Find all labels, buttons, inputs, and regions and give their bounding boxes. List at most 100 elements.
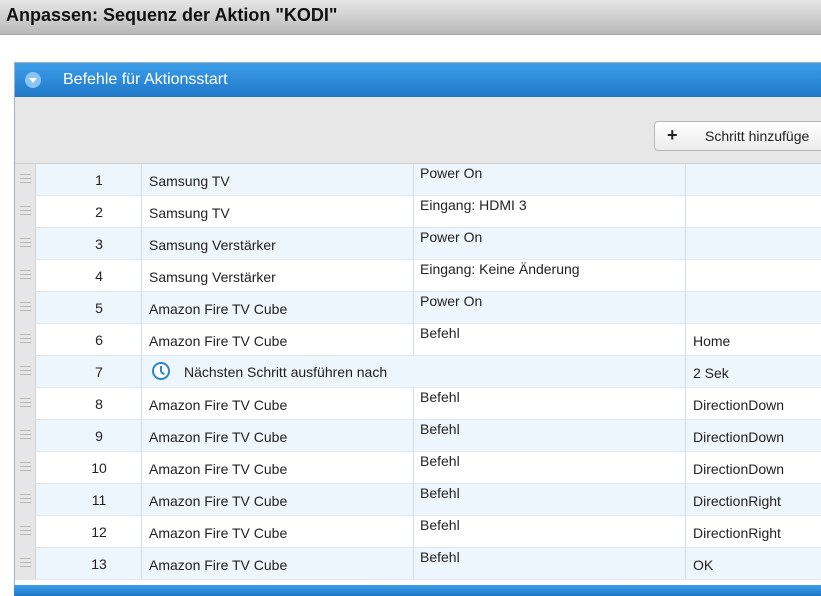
command-text: Power On [420, 165, 483, 181]
value-cell[interactable]: DirectionDown [685, 452, 821, 483]
device-name: Amazon Fire TV Cube [149, 301, 288, 317]
drag-handle-icon[interactable] [15, 324, 36, 355]
command-cell[interactable]: Power On [413, 292, 685, 323]
table-row[interactable]: 7 Nächsten Schritt ausführen nach 2 Sek [15, 356, 821, 388]
command-text: Befehl [420, 325, 460, 341]
step-number: 11 [91, 492, 107, 508]
device-cell: Amazon Fire TV Cube [141, 484, 413, 515]
step-number: 1 [95, 172, 103, 188]
step-number: 9 [95, 428, 103, 444]
step-number: 3 [95, 236, 103, 252]
device-name: Amazon Fire TV Cube [149, 557, 288, 573]
table-row[interactable]: 10 Amazon Fire TV Cube Befehl DirectionDown [15, 452, 821, 484]
value-cell[interactable] [685, 260, 821, 291]
command-cell[interactable]: Eingang: HDMI 3 [413, 196, 685, 227]
command-text: Power On [420, 293, 483, 309]
drag-handle-icon[interactable] [15, 388, 36, 419]
wait-step-cell: Nächsten Schritt ausführen nach [141, 356, 686, 387]
command-text: Befehl [420, 517, 460, 533]
step-number: 8 [95, 396, 103, 412]
device-name: Amazon Fire TV Cube [149, 525, 288, 541]
table-row[interactable]: 1 Samsung TV Power On [15, 164, 821, 196]
device-cell: Samsung Verstärker [141, 260, 413, 291]
table-row[interactable]: 6 Amazon Fire TV Cube Befehl Home [15, 324, 821, 356]
device-cell: Amazon Fire TV Cube [141, 548, 413, 579]
device-name: Amazon Fire TV Cube [149, 461, 288, 477]
value-text: DirectionRight [693, 525, 781, 541]
panel-header[interactable]: Befehle für Aktionsstart [15, 63, 821, 97]
command-cell[interactable]: Befehl [413, 484, 685, 515]
step-number: 4 [95, 268, 103, 284]
value-cell[interactable] [685, 228, 821, 259]
drag-handle-icon[interactable] [15, 356, 36, 387]
value-cell[interactable]: DirectionDown [685, 388, 821, 419]
value-cell[interactable]: DirectionRight [685, 484, 821, 515]
device-name: Samsung TV [149, 205, 230, 221]
value-cell[interactable]: 2 Sek [685, 356, 821, 387]
panel-title: Befehle für Aktionsstart [63, 71, 228, 88]
command-text: Befehl [420, 549, 460, 565]
value-cell[interactable] [685, 196, 821, 227]
drag-handle-icon[interactable] [15, 260, 36, 291]
value-cell[interactable]: DirectionRight [685, 516, 821, 547]
value-text: DirectionDown [693, 461, 785, 477]
device-cell: Amazon Fire TV Cube [141, 324, 413, 355]
value-cell[interactable] [685, 292, 821, 323]
device-cell: Samsung TV [141, 164, 413, 195]
command-cell[interactable]: Eingang: Keine Änderung [413, 260, 685, 291]
step-number: 10 [91, 460, 107, 476]
next-panel-header[interactable] [14, 585, 821, 596]
table-row[interactable]: 2 Samsung TV Eingang: HDMI 3 [15, 196, 821, 228]
table-row[interactable]: 3 Samsung Verstärker Power On [15, 228, 821, 260]
drag-handle-icon[interactable] [15, 164, 36, 195]
value-cell[interactable]: Home [685, 324, 821, 355]
clock-icon [152, 362, 170, 380]
table-row[interactable]: 4 Samsung Verstärker Eingang: Keine Änderu… [15, 260, 821, 292]
command-text: Eingang: HDMI 3 [420, 197, 527, 213]
value-cell[interactable] [685, 164, 821, 195]
value-text: Home [693, 333, 731, 349]
table-row[interactable]: 11 Amazon Fire TV Cube Befehl DirectionRigh… [15, 484, 821, 516]
command-cell[interactable]: Befehl [413, 516, 685, 547]
command-cell[interactable]: Power On [413, 228, 685, 259]
drag-handle-icon[interactable] [15, 196, 36, 227]
step-number: 12 [91, 524, 107, 540]
drag-handle-icon[interactable] [15, 292, 36, 323]
value-text: OK [693, 557, 714, 573]
table-row[interactable]: 12 Amazon Fire TV Cube Befehl DirectionRigh… [15, 516, 821, 548]
drag-handle-icon[interactable] [15, 516, 36, 547]
device-name: Amazon Fire TV Cube [149, 397, 288, 413]
command-text: Befehl [420, 389, 460, 405]
table-row[interactable]: 13 Amazon Fire TV Cube Befehl OK [15, 548, 821, 580]
value-text: DirectionDown [693, 397, 785, 413]
table-row[interactable]: 8 Amazon Fire TV Cube Befehl DirectionDown [15, 388, 821, 420]
chevron-down-icon[interactable] [25, 72, 41, 88]
plus-icon: + [667, 125, 678, 145]
command-text: Befehl [420, 485, 460, 501]
value-cell[interactable]: OK [685, 548, 821, 579]
device-cell: Amazon Fire TV Cube [141, 420, 413, 451]
device-name: Samsung Verstärker [149, 269, 276, 285]
page-title: Anpassen: Sequenz der Aktion "KODI" [6, 5, 338, 25]
value-text: DirectionDown [693, 429, 785, 445]
drag-handle-icon[interactable] [15, 548, 36, 579]
drag-handle-icon[interactable] [15, 484, 36, 515]
table-row[interactable]: 5 Amazon Fire TV Cube Power On [15, 292, 821, 324]
step-number: 7 [95, 364, 103, 380]
drag-handle-icon[interactable] [15, 420, 36, 451]
table-row[interactable]: 9 Amazon Fire TV Cube Befehl DirectionDown [15, 420, 821, 452]
command-cell[interactable]: Befehl [413, 420, 685, 451]
command-cell[interactable]: Befehl [413, 452, 685, 483]
step-number: 6 [95, 332, 103, 348]
command-cell[interactable]: Befehl [413, 388, 685, 419]
value-cell[interactable]: DirectionDown [685, 420, 821, 451]
command-cell[interactable]: Power On [413, 164, 685, 195]
commands-panel: Befehle für Aktionsstart + Schritt hinzu… [14, 62, 821, 586]
drag-handle-icon[interactable] [15, 228, 36, 259]
command-cell[interactable]: Befehl [413, 548, 685, 579]
add-step-button[interactable]: + Schritt hinzufüge [654, 121, 821, 151]
panel-toolbar: + Schritt hinzufüge [15, 97, 821, 164]
device-cell: Amazon Fire TV Cube [141, 452, 413, 483]
drag-handle-icon[interactable] [15, 452, 36, 483]
command-cell[interactable]: Befehl [413, 324, 685, 355]
